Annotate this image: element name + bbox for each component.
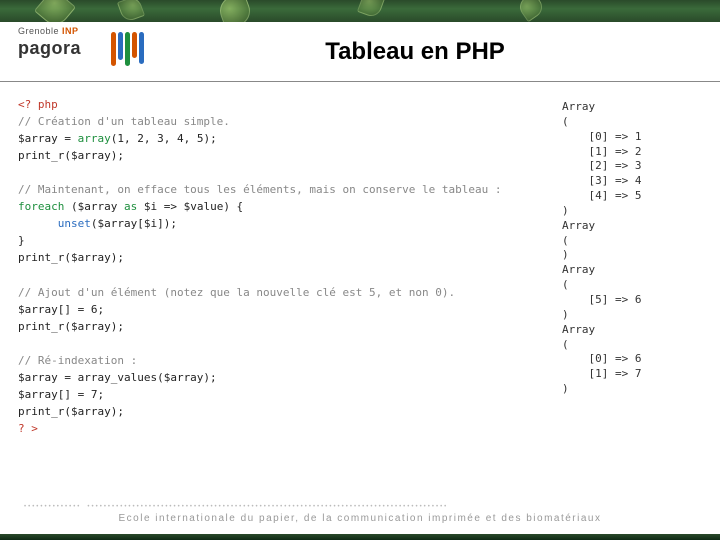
- output-line: (: [562, 338, 702, 353]
- code-line: }: [18, 234, 25, 247]
- logo: Grenoble INP pagora: [0, 22, 170, 82]
- output-line: [0] => 1: [562, 130, 702, 145]
- output-line: Array: [562, 219, 702, 234]
- output-line: Array: [562, 323, 702, 338]
- output-line: [5] => 6: [562, 293, 702, 308]
- output-line: (: [562, 278, 702, 293]
- code-line: $array = array(1, 2, 3, 4, 5);: [18, 130, 562, 147]
- output-line: ): [562, 382, 702, 397]
- code-line: print_r($array);: [18, 149, 124, 162]
- code-line: unset($array[$i]);: [18, 215, 562, 232]
- top-banner: [0, 0, 720, 22]
- code-line: $array[] = 7;: [18, 388, 104, 401]
- output-line: (: [562, 234, 702, 249]
- output-line: Array: [562, 263, 702, 278]
- logo-bars-icon: [111, 32, 144, 66]
- output-line: ): [562, 308, 702, 323]
- output-line: (: [562, 115, 702, 130]
- content: <? php // Création d'un tableau simple. …: [0, 82, 720, 437]
- code-comment: // Maintenant, on efface tous les élémen…: [18, 183, 501, 196]
- output-line: [2] => 3: [562, 159, 702, 174]
- output-line: [1] => 7: [562, 367, 702, 382]
- code-line: print_r($array);: [18, 251, 124, 264]
- slide-title: Tableau en PHP: [170, 38, 720, 66]
- output-block: Array ( [0] => 1 [1] => 2 [2] => 3 [3] =…: [562, 96, 702, 437]
- header: Grenoble INP pagora Tableau en PHP: [0, 22, 720, 82]
- code-block: <? php // Création d'un tableau simple. …: [18, 96, 562, 437]
- code-line: ? >: [18, 422, 38, 435]
- footer-text: Ecole internationale du papier, de la co…: [0, 513, 720, 524]
- output-line: [3] => 4: [562, 174, 702, 189]
- output-line: [1] => 2: [562, 145, 702, 160]
- output-line: [0] => 6: [562, 352, 702, 367]
- code-line: print_r($array);: [18, 405, 124, 418]
- output-line: Array: [562, 100, 702, 115]
- code-line: <? php: [18, 98, 58, 111]
- bottom-banner: [0, 534, 720, 540]
- code-line: foreach ($array as $i => $value) {: [18, 198, 562, 215]
- footer: •••••••••••••• •••••••••••••••••••••••••…: [0, 504, 720, 534]
- code-comment: // Ajout d'un élément (notez que la nouv…: [18, 286, 455, 299]
- output-line: ): [562, 248, 702, 263]
- footer-dots: •••••••••••••• •••••••••••••••••••••••••…: [0, 504, 720, 510]
- blank-line: [18, 164, 562, 181]
- code-line: print_r($array);: [18, 320, 124, 333]
- code-line: $array = array_values($array);: [18, 371, 217, 384]
- code-comment: // Création d'un tableau simple.: [18, 115, 230, 128]
- output-line: [4] => 5: [562, 189, 702, 204]
- logo-text-grenoble: Grenoble: [18, 26, 62, 36]
- code-comment: // Ré-indexation :: [18, 354, 137, 367]
- blank-line: [18, 335, 562, 352]
- logo-text-inp: INP: [62, 26, 79, 36]
- code-line: $array[] = 6;: [18, 303, 104, 316]
- output-line: ): [562, 204, 702, 219]
- blank-line: [18, 266, 562, 283]
